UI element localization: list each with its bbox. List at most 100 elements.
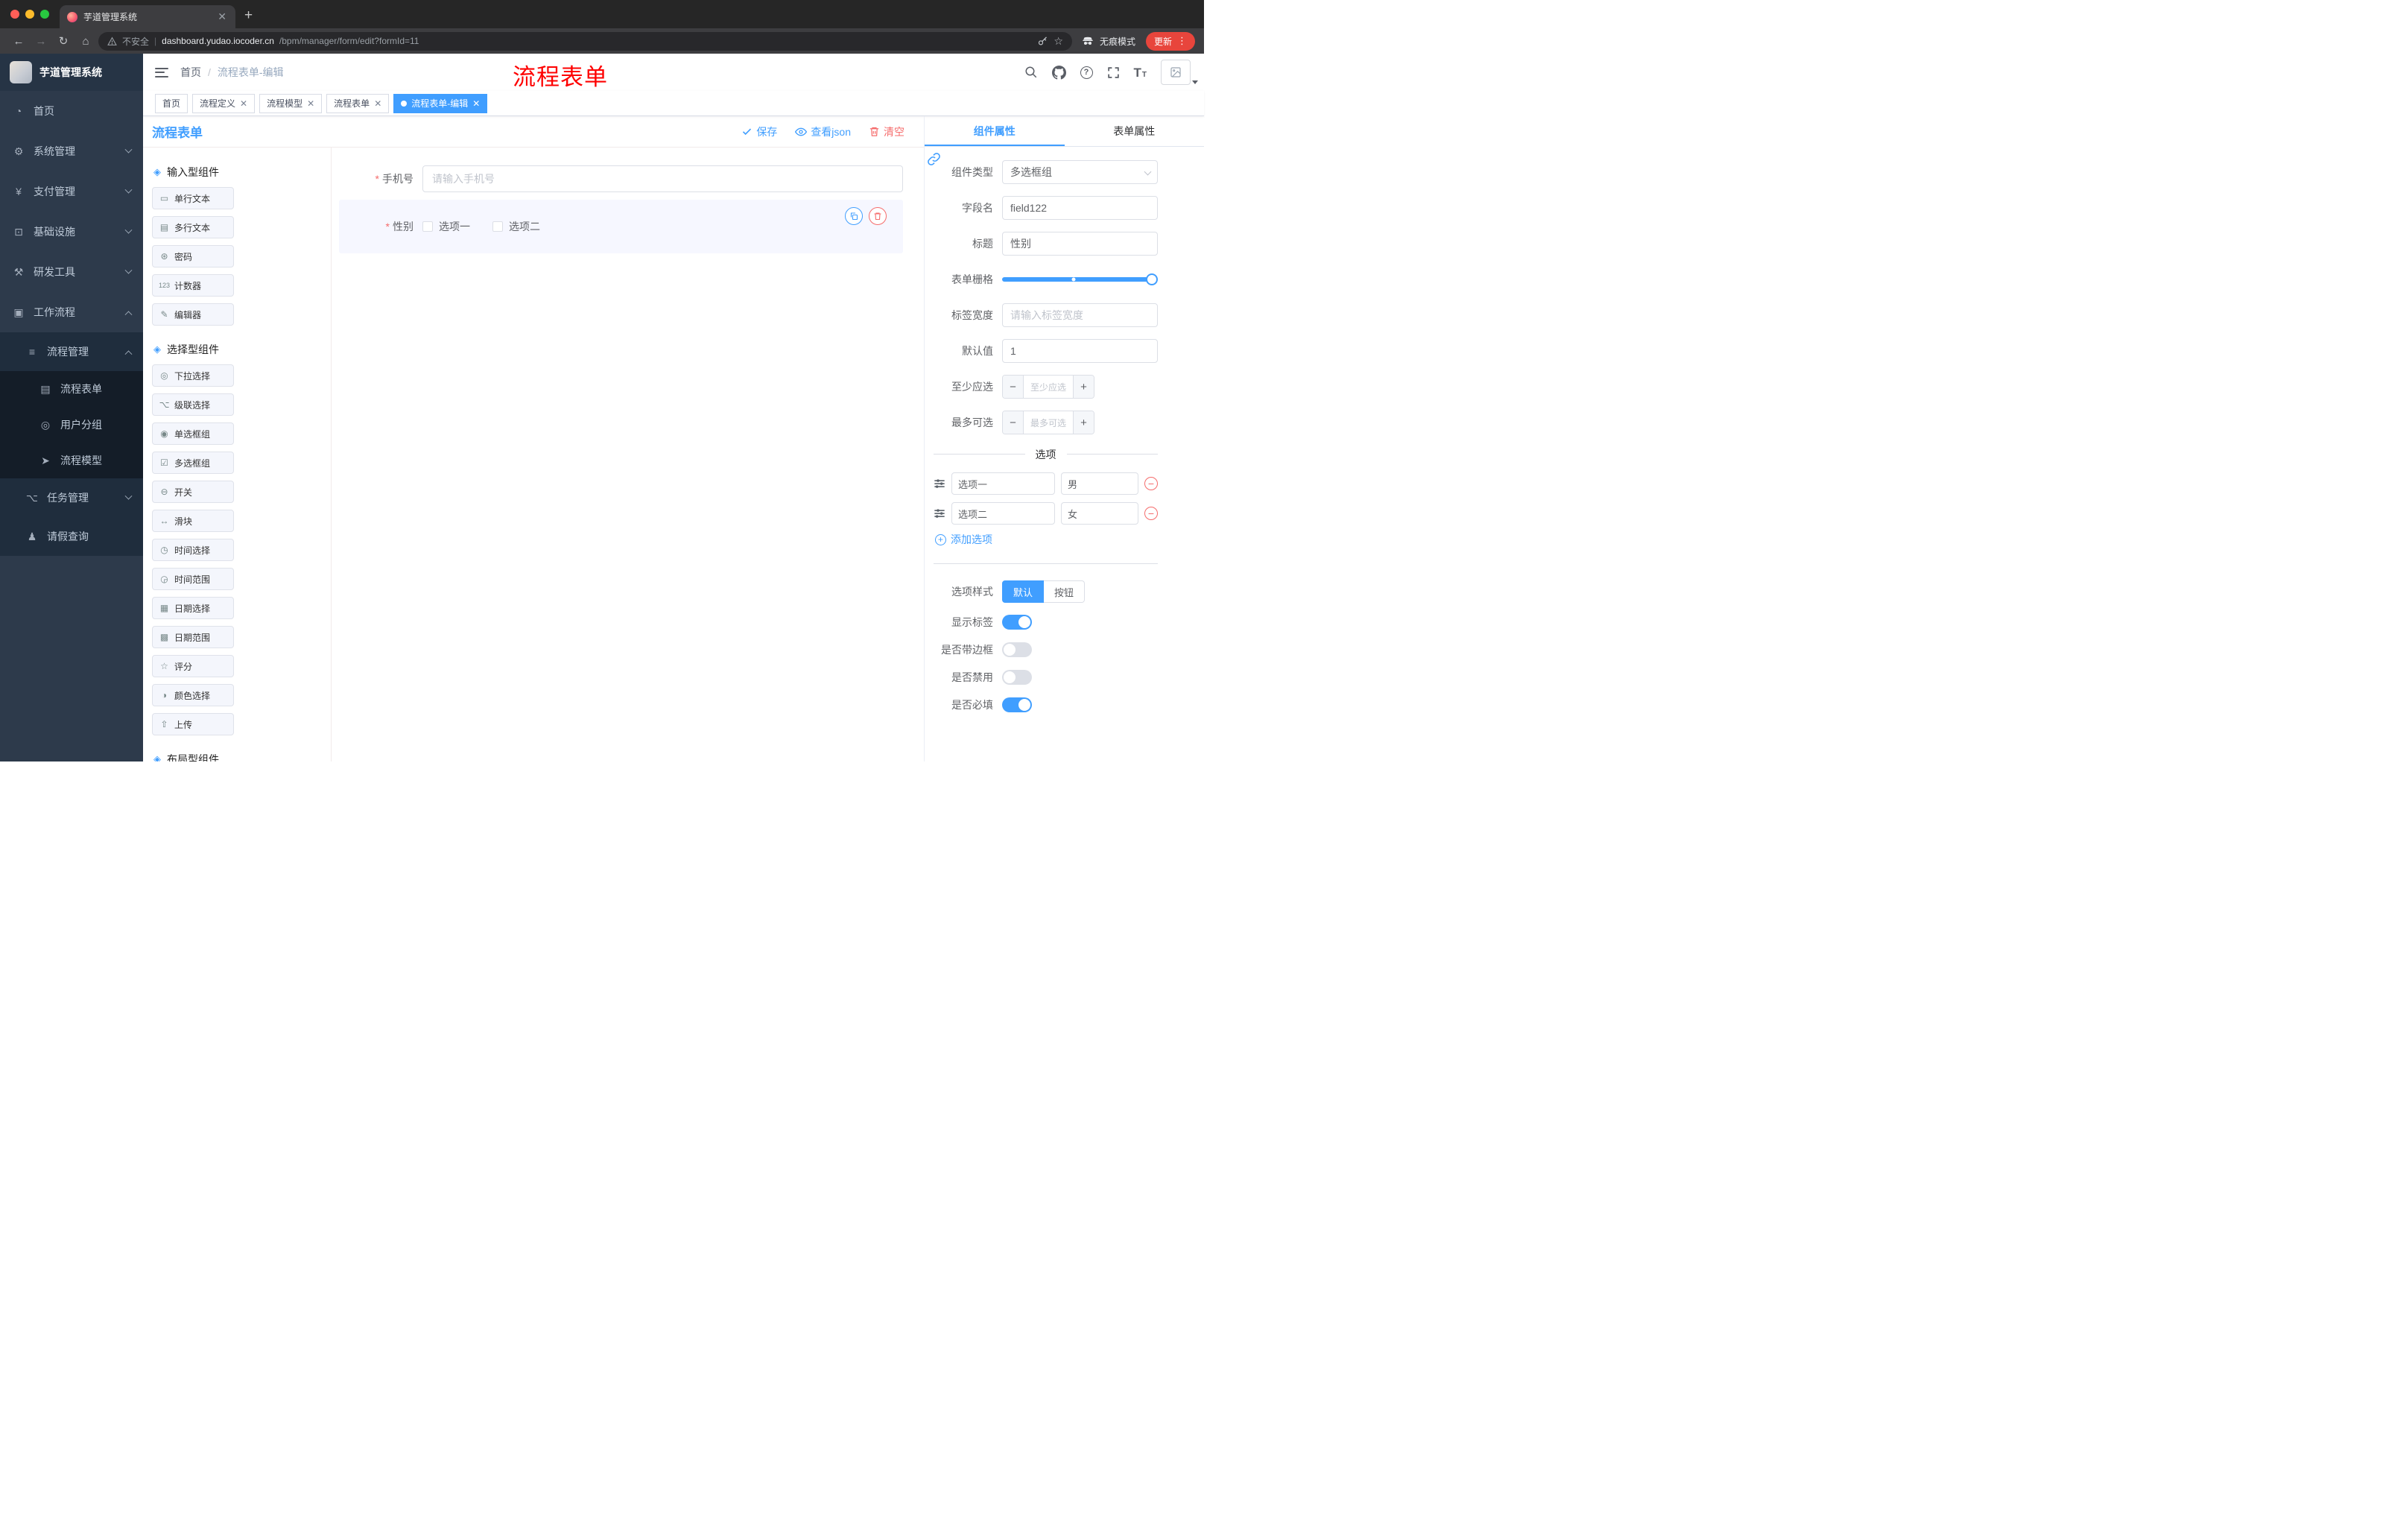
sidebar-item-process-model[interactable]: ➤ 流程模型: [0, 443, 143, 478]
slider-handle[interactable]: [1146, 273, 1158, 285]
help-icon[interactable]: [1080, 66, 1093, 79]
plus-button[interactable]: +: [1073, 411, 1094, 434]
title-input[interactable]: [1002, 232, 1158, 256]
font-size-icon[interactable]: [1134, 66, 1147, 79]
option-style-default-button[interactable]: 默认: [1002, 580, 1045, 603]
drag-handle-icon[interactable]: [934, 507, 945, 519]
close-icon[interactable]: ✕: [240, 98, 247, 109]
password-key-icon[interactable]: [1037, 36, 1048, 47]
palette-item-counter[interactable]: 123 计数器: [152, 274, 234, 297]
tag-process-definition[interactable]: 流程定义 ✕: [192, 93, 256, 113]
palette-item-radio-group[interactable]: ◉ 单选框组: [152, 422, 234, 445]
copy-field-button[interactable]: [845, 207, 863, 225]
close-icon[interactable]: ✕: [307, 98, 314, 109]
with-border-toggle[interactable]: [1002, 642, 1032, 657]
sidebar-item-process-management[interactable]: ≡ 流程管理: [0, 332, 143, 371]
palette-item-rate[interactable]: ☆ 评分: [152, 655, 234, 677]
field-gender-selected[interactable]: 性别 选项一 选项二: [339, 200, 903, 253]
default-value-input[interactable]: [1002, 339, 1158, 363]
component-type-select[interactable]: [1002, 160, 1158, 184]
forward-icon[interactable]: →: [31, 31, 51, 51]
sidebar-item-leave-query[interactable]: ♟ 请假查询: [0, 517, 143, 556]
close-icon[interactable]: ✕: [374, 98, 381, 109]
palette-item-single-line-text[interactable]: ▭ 单行文本: [152, 187, 234, 209]
min-select-value[interactable]: 至少应选: [1024, 376, 1073, 398]
field-name-input[interactable]: [1002, 196, 1158, 220]
option1-value-input[interactable]: [1061, 472, 1138, 495]
form-canvas[interactable]: 手机号: [332, 148, 924, 762]
drag-handle-icon[interactable]: [934, 478, 945, 490]
palette-item-time-range[interactable]: ◶ 时间范围: [152, 568, 234, 590]
browser-update-button[interactable]: 更新 ⋮: [1145, 31, 1195, 51]
component-type-value[interactable]: [1002, 160, 1158, 184]
minus-button[interactable]: −: [1003, 411, 1024, 434]
sidebar-item-home[interactable]: ◔ 首页: [0, 91, 143, 131]
option2-label-input[interactable]: [951, 502, 1055, 525]
palette-item-switch[interactable]: ⊖ 开关: [152, 481, 234, 503]
disabled-toggle[interactable]: [1002, 670, 1032, 685]
sidebar-item-process-form[interactable]: ▤ 流程表单: [0, 371, 143, 407]
reload-icon[interactable]: ↻: [54, 31, 73, 51]
sidebar-item-system-management[interactable]: ⚙ 系统管理: [0, 131, 143, 171]
tab-close-icon[interactable]: ✕: [216, 10, 228, 23]
sidebar-item-task-management[interactable]: ⌥ 任务管理: [0, 478, 143, 517]
palette-item-color-picker[interactable]: ◑ 颜色选择: [152, 684, 234, 706]
plus-button[interactable]: +: [1073, 376, 1094, 398]
back-icon[interactable]: ←: [9, 31, 28, 51]
palette-item-password[interactable]: ⊛ 密码: [152, 245, 234, 267]
remove-option-icon[interactable]: −: [1144, 477, 1158, 490]
palette-item-multi-line-text[interactable]: ▤ 多行文本: [152, 216, 234, 238]
add-option-button[interactable]: + 添加选项: [935, 532, 1158, 547]
sidebar-item-dev-tools[interactable]: ⚒ 研发工具: [0, 252, 143, 292]
palette-item-date-picker[interactable]: ▦ 日期选择: [152, 597, 234, 619]
palette-item-slider[interactable]: ↔ 滑块: [152, 510, 234, 532]
palette-item-editor[interactable]: ✎ 编辑器: [152, 303, 234, 326]
zoom-window-button[interactable]: [40, 10, 49, 19]
field-link-icon[interactable]: [927, 152, 941, 170]
tag-process-model[interactable]: 流程模型 ✕: [259, 93, 323, 113]
delete-field-button[interactable]: [869, 207, 887, 225]
fullscreen-icon[interactable]: [1107, 66, 1120, 79]
tag-process-form[interactable]: 流程表单 ✕: [326, 93, 390, 113]
option-style-button-button[interactable]: 按钮: [1044, 580, 1086, 603]
address-bar[interactable]: 不安全 | dashboard.yudao.iocoder.cn /bpm/ma…: [98, 31, 1072, 51]
tab-component-properties[interactable]: 组件属性: [925, 116, 1065, 146]
hamburger-icon[interactable]: [149, 60, 174, 85]
option1-label-input[interactable]: [951, 472, 1055, 495]
close-window-button[interactable]: [10, 10, 19, 19]
browser-tab[interactable]: 芋道管理系统 ✕: [60, 5, 235, 28]
remove-option-icon[interactable]: −: [1144, 507, 1158, 520]
gender-option2-checkbox[interactable]: 选项二: [492, 219, 540, 234]
required-toggle[interactable]: [1002, 697, 1032, 712]
view-json-button[interactable]: 查看json: [795, 124, 851, 139]
breadcrumb-home[interactable]: 首页: [180, 65, 201, 80]
sidebar-logo[interactable]: 芋道管理系统: [0, 54, 143, 91]
palette-item-cascader[interactable]: ⌥ 级联选择: [152, 393, 234, 416]
sidebar-item-workflow[interactable]: ▣ 工作流程: [0, 292, 143, 332]
grid-slider[interactable]: [1002, 267, 1158, 291]
tag-home[interactable]: 首页: [155, 93, 188, 113]
phone-input[interactable]: [422, 165, 903, 192]
gender-option1-checkbox[interactable]: 选项一: [422, 219, 470, 234]
show-label-toggle[interactable]: [1002, 615, 1032, 630]
avatar[interactable]: [1161, 60, 1198, 85]
palette-item-time-picker[interactable]: ◷ 时间选择: [152, 539, 234, 561]
sidebar-item-infrastructure[interactable]: ⊡ 基础设施: [0, 212, 143, 252]
field-phone[interactable]: 手机号: [339, 165, 903, 192]
tab-form-properties[interactable]: 表单属性: [1065, 116, 1205, 146]
close-icon[interactable]: ✕: [472, 98, 480, 109]
browser-menu-icon[interactable]: ⋮: [1177, 35, 1187, 47]
palette-item-checkbox-group[interactable]: ☑ 多选框组: [152, 452, 234, 474]
sidebar-item-payment-management[interactable]: ¥ 支付管理: [0, 171, 143, 212]
clear-button[interactable]: 清空: [869, 124, 904, 139]
sidebar-item-user-group[interactable]: ◎ 用户分组: [0, 407, 143, 443]
palette-item-date-range[interactable]: ▩ 日期范围: [152, 626, 234, 648]
bookmark-star-icon[interactable]: ☆: [1054, 35, 1063, 48]
save-button[interactable]: 保存: [741, 124, 777, 139]
search-icon[interactable]: [1024, 66, 1038, 79]
minus-button[interactable]: −: [1003, 376, 1024, 398]
new-tab-button[interactable]: +: [235, 7, 262, 28]
label-width-input[interactable]: [1002, 303, 1158, 327]
option2-value-input[interactable]: [1061, 502, 1138, 525]
palette-item-select[interactable]: ◎ 下拉选择: [152, 364, 234, 387]
